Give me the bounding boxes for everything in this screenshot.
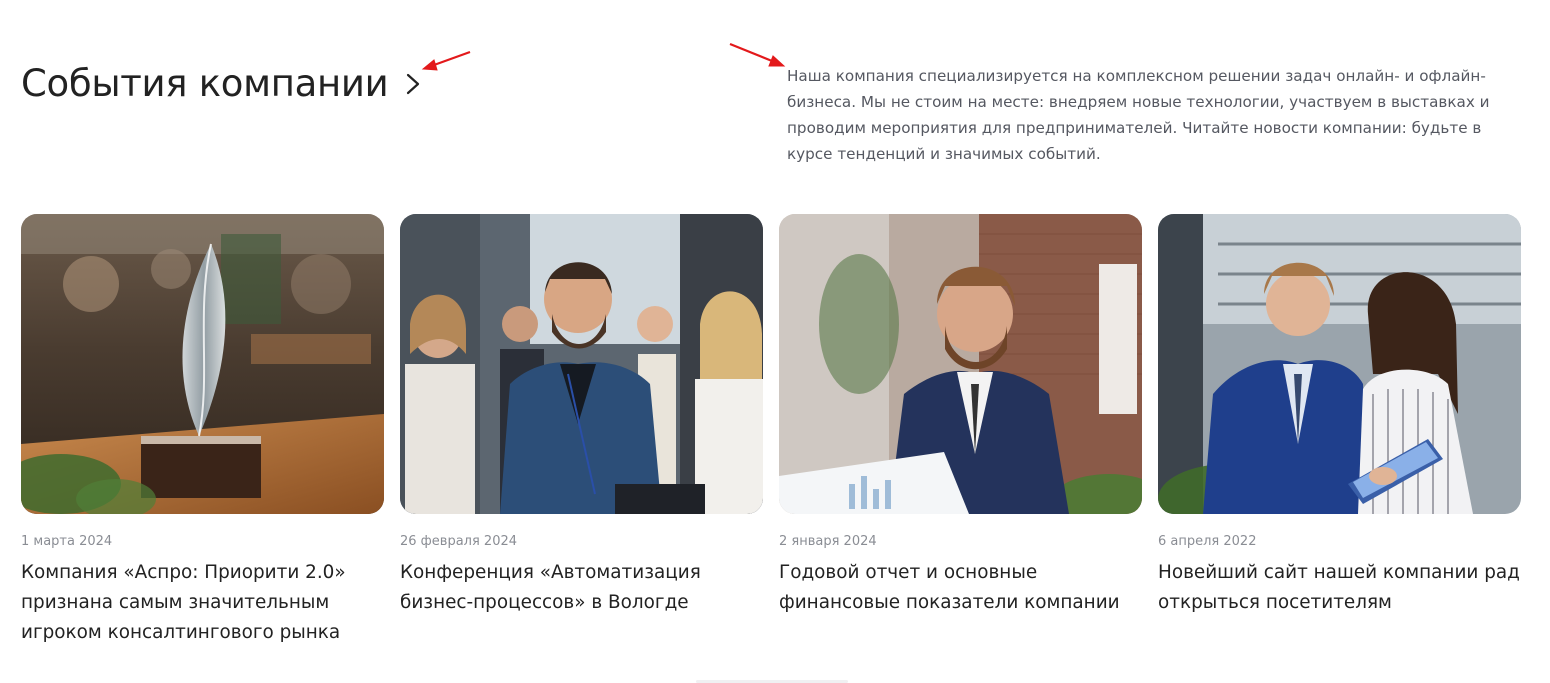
annotation-arrow-icon xyxy=(729,42,786,67)
news-card[interactable]: 2 января 2024 Годовой отчет и основные ф… xyxy=(779,214,1142,648)
section-description: Наша компания специализируется на компле… xyxy=(787,67,1490,163)
award-trophy-photo[interactable] xyxy=(21,214,384,514)
news-card[interactable]: 1 марта 2024 Компания «Аспро: Приорити 2… xyxy=(21,214,384,648)
news-card[interactable]: 6 апреля 2022 Новейший сайт нашей компан… xyxy=(1158,214,1521,648)
chevron-right-icon xyxy=(407,73,420,94)
card-date: 1 марта 2024 xyxy=(21,534,113,549)
news-card[interactable]: 26 февраля 2024 Конференция «Автоматизац… xyxy=(400,214,763,648)
card-title[interactable]: Конференция «Автоматизация бизнес-процес… xyxy=(400,558,763,618)
annotation-arrow-icon xyxy=(421,50,471,71)
page-title: События компании xyxy=(21,62,389,105)
card-title[interactable]: Компания «Аспро: Приорити 2.0» признана … xyxy=(21,558,384,648)
businessman-report-photo[interactable] xyxy=(779,214,1142,514)
conference-audience-photo[interactable] xyxy=(400,214,763,514)
card-title[interactable]: Годовой отчет и основные финансовые пока… xyxy=(779,558,1142,618)
card-date: 6 апреля 2022 xyxy=(1158,534,1257,549)
card-date: 26 февраля 2024 xyxy=(400,534,518,549)
section-title-link[interactable]: События компании xyxy=(21,62,422,105)
colleagues-tablet-photo[interactable] xyxy=(1158,214,1521,514)
news-cards: 1 марта 2024 Компания «Аспро: Приорити 2… xyxy=(21,214,1521,648)
card-date: 2 января 2024 xyxy=(779,534,877,549)
card-title[interactable]: Новейший сайт нашей компании рад открыть… xyxy=(1158,558,1521,618)
